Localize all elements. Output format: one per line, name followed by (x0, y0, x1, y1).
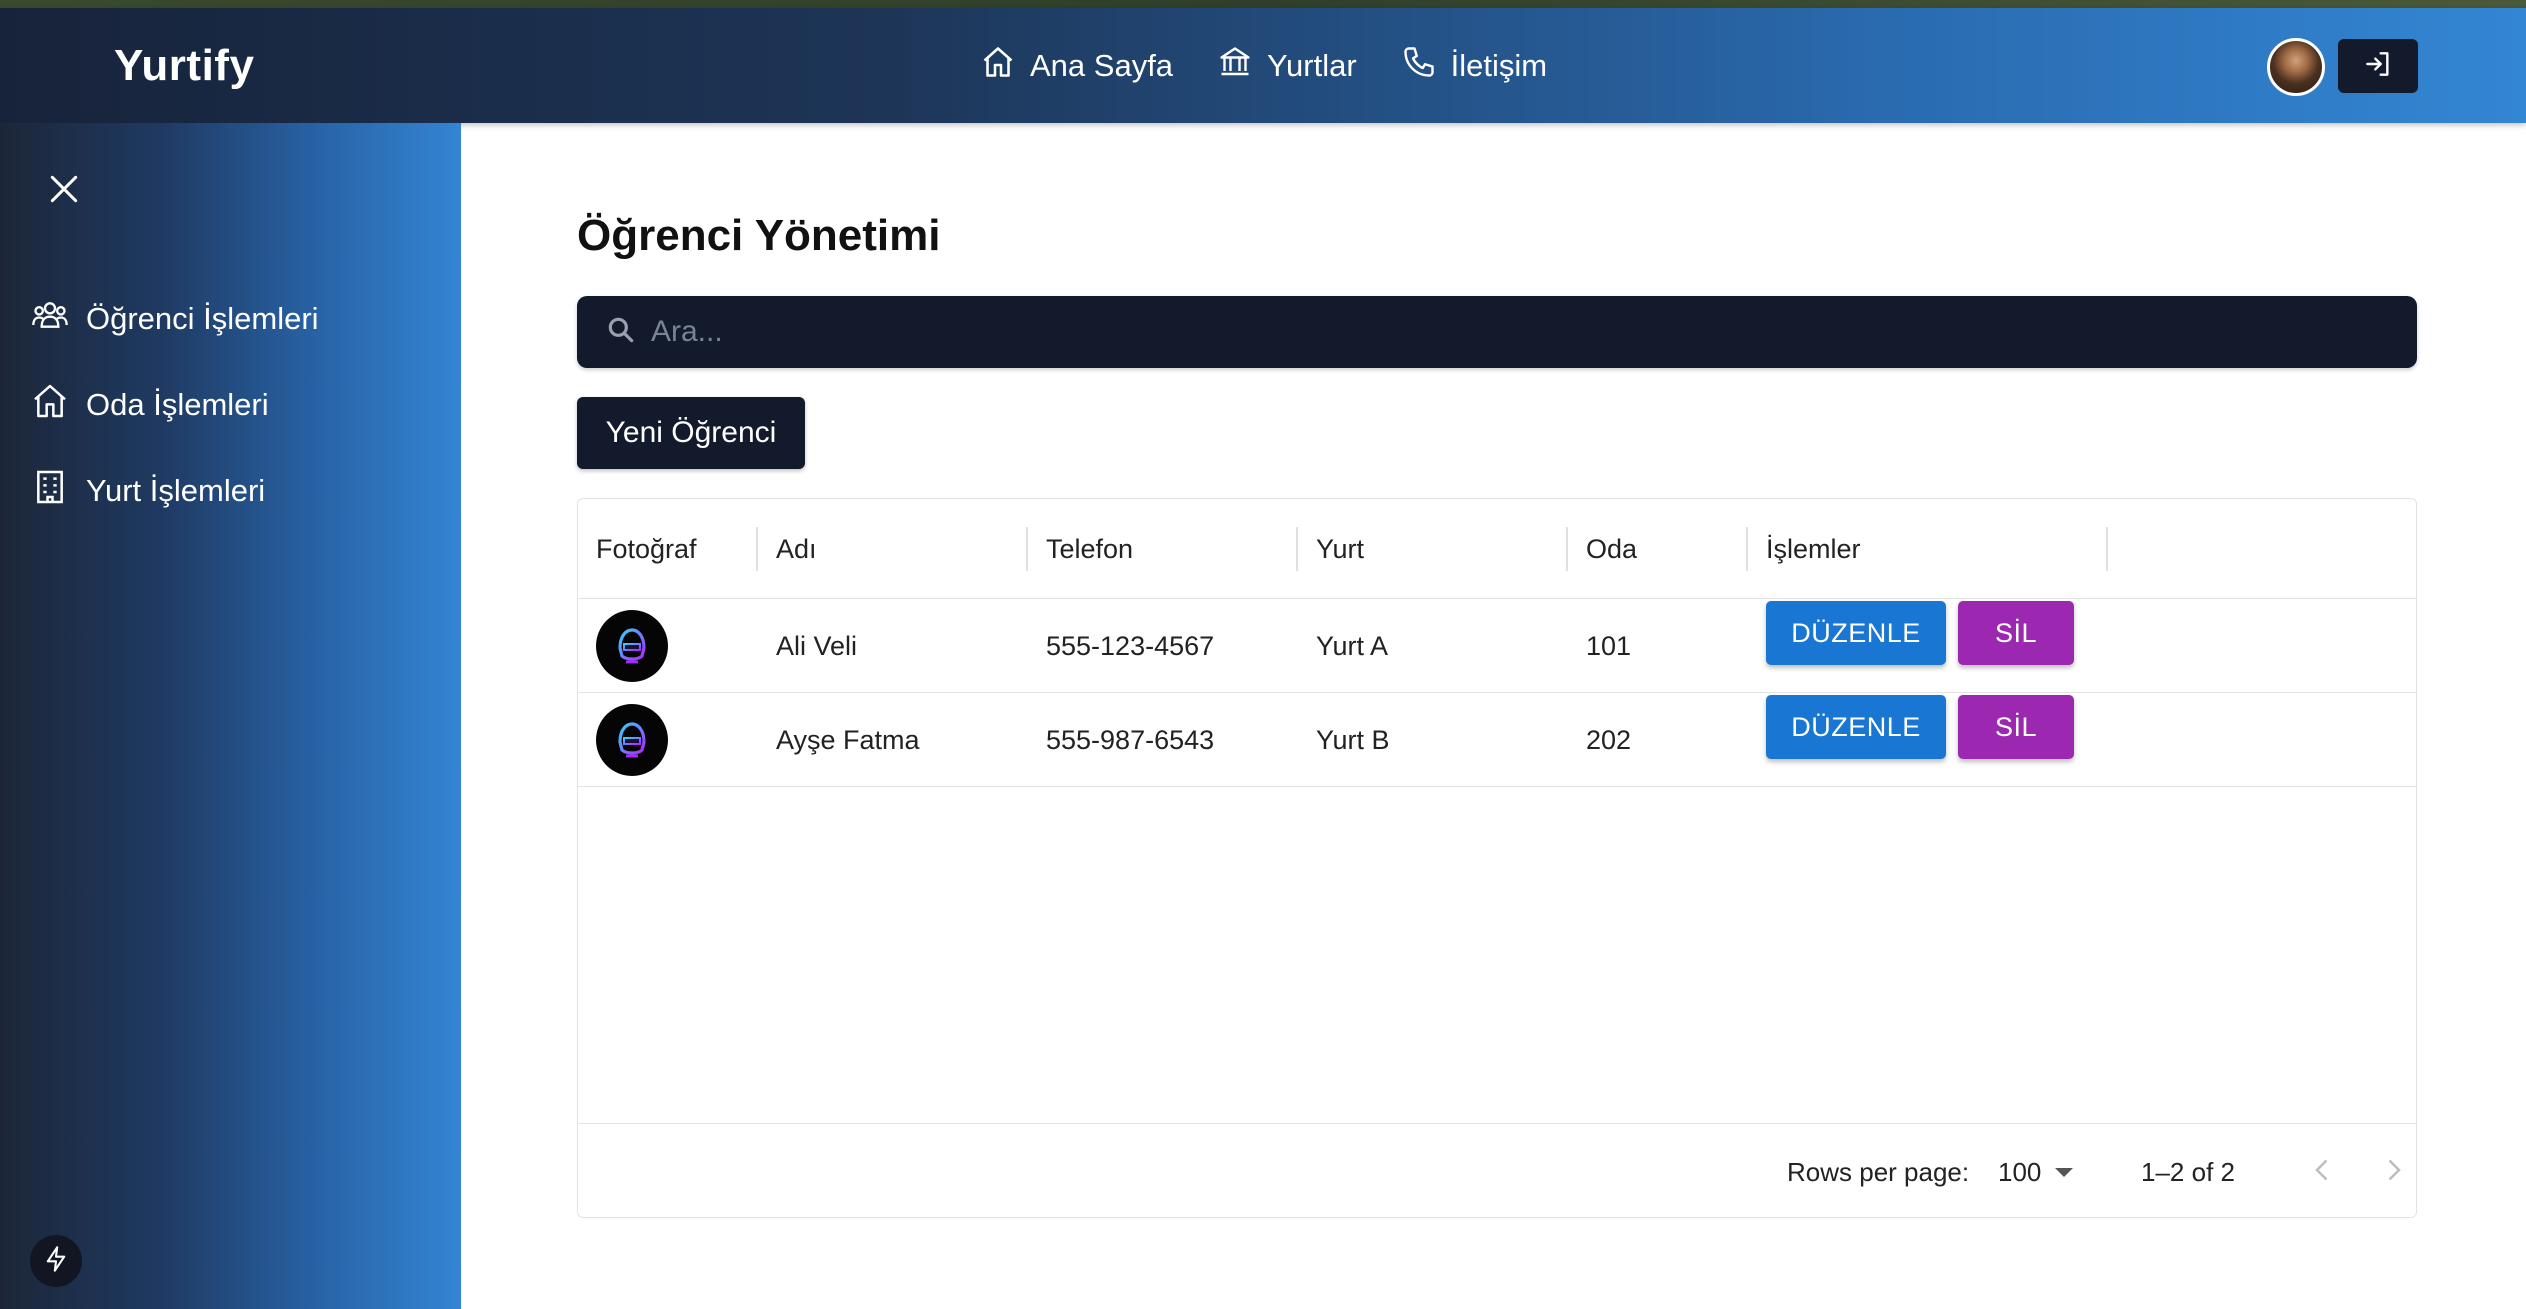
sidebar-item-label: Öğrenci İşlemleri (86, 301, 319, 336)
sidebar: Öğrenci İşlemleri Oda İşlemleri Yurt İşl… (0, 123, 461, 1309)
student-photo (596, 610, 668, 682)
brand-logo[interactable]: Yurtify (114, 8, 254, 123)
table-header: Fotoğraf Adı Telefon Yurt Oda İşlemler (578, 499, 2416, 599)
sidebar-item-label: Yurt İşlemleri (86, 473, 266, 508)
rows-per-page-select[interactable]: 100 (1998, 1124, 2074, 1220)
caret-down-icon (2055, 1167, 2074, 1177)
column-header-dorm[interactable]: Yurt (1316, 499, 1364, 599)
room-cell: 101 (1586, 630, 1632, 661)
bank-icon (1217, 44, 1253, 88)
room-cell: 202 (1586, 724, 1632, 755)
column-separator[interactable] (1566, 527, 1568, 571)
nav-contact[interactable]: İletişim (1401, 44, 1547, 88)
phone-cell: 555-123-4567 (1046, 630, 1215, 661)
next-page-button[interactable] (2370, 1148, 2418, 1196)
rows-per-page-label: Rows per page: (1787, 1156, 1970, 1187)
edit-button[interactable]: DÜZENLE (1766, 695, 1946, 759)
main-content: Öğrenci Yönetimi Yeni Öğrenci Fotoğraf A… (461, 123, 2526, 1309)
sidebar-close-button[interactable] (44, 169, 84, 209)
chevron-left-icon (2307, 1155, 2337, 1190)
photo-cell (596, 599, 668, 693)
search-input[interactable] (651, 315, 2351, 349)
column-header-name[interactable]: Adı (776, 499, 817, 599)
bolt-icon (42, 1245, 70, 1278)
delete-button[interactable]: SİL (1958, 601, 2074, 665)
dev-tools-button[interactable] (30, 1235, 82, 1287)
students-table: Fotoğraf Adı Telefon Yurt Oda İşlemler A… (577, 498, 2417, 1218)
new-student-button[interactable]: Yeni Öğrenci (577, 397, 805, 469)
delete-button[interactable]: SİL (1958, 695, 2074, 759)
chevron-right-icon (2379, 1155, 2409, 1190)
column-separator[interactable] (756, 527, 758, 571)
home-icon (30, 381, 70, 429)
dorm-cell: Yurt A (1316, 630, 1389, 661)
window-top-strip (0, 0, 2526, 8)
column-header-photo[interactable]: Fotoğraf (596, 499, 697, 599)
column-separator[interactable] (1296, 527, 1298, 571)
table-pagination: Rows per page: 100 1–2 of 2 (578, 1123, 2416, 1219)
nav-contact-label: İletişim (1450, 47, 1548, 83)
prev-page-button[interactable] (2298, 1148, 2346, 1196)
nav-home[interactable]: Ana Sayfa (980, 44, 1173, 88)
student-photo (596, 704, 668, 776)
main-nav: Ana Sayfa Yurtlar İletişim (980, 8, 1547, 123)
search-icon (605, 314, 637, 351)
search-bar (577, 296, 2417, 368)
column-header-room[interactable]: Oda (1586, 499, 1637, 599)
column-header-phone[interactable]: Telefon (1046, 499, 1133, 599)
home-icon (980, 44, 1016, 88)
rows-per-page-value: 100 (1998, 1156, 2042, 1187)
column-separator[interactable] (1026, 527, 1028, 571)
phone-icon (1401, 44, 1437, 88)
dorm-cell: Yurt B (1316, 724, 1390, 755)
helmet-icon (618, 628, 646, 664)
sidebar-item-rooms[interactable]: Oda İşlemleri (30, 381, 269, 429)
column-header-actions[interactable]: İşlemler (1766, 499, 1861, 599)
pagination-range: 1–2 of 2 (2141, 1156, 2235, 1187)
sidebar-item-label: Oda İşlemleri (86, 387, 269, 422)
sidebar-item-students[interactable]: Öğrenci İşlemleri (30, 295, 319, 343)
logout-icon (2362, 48, 2394, 85)
nav-dorms-label: Yurtlar (1267, 47, 1357, 83)
page-title: Öğrenci Yönetimi (577, 211, 941, 260)
column-separator[interactable] (2106, 527, 2108, 571)
helmet-icon (618, 722, 646, 758)
top-navbar: Yurtify Ana Sayfa Yurtlar İletişim (0, 8, 2526, 123)
table-row[interactable]: Ayşe Fatma 555-987-6543 Yurt B 202 DÜZEN… (578, 693, 2416, 787)
close-icon (44, 175, 84, 213)
name-cell: Ali Veli (776, 630, 858, 661)
edit-button[interactable]: DÜZENLE (1766, 601, 1946, 665)
sidebar-item-dorms[interactable]: Yurt İşlemleri (30, 467, 265, 515)
name-cell: Ayşe Fatma (776, 724, 920, 755)
table-row[interactable]: Ali Veli 555-123-4567 Yurt A 101 DÜZENLE… (578, 599, 2416, 693)
building-icon (30, 467, 70, 515)
logout-button[interactable] (2338, 39, 2418, 93)
phone-cell: 555-987-6543 (1046, 724, 1215, 755)
nav-home-label: Ana Sayfa (1030, 47, 1174, 83)
nav-dorms[interactable]: Yurtlar (1217, 44, 1357, 88)
column-separator[interactable] (1746, 527, 1748, 571)
user-avatar[interactable] (2267, 38, 2325, 96)
photo-cell (596, 693, 668, 787)
users-icon (30, 295, 70, 343)
